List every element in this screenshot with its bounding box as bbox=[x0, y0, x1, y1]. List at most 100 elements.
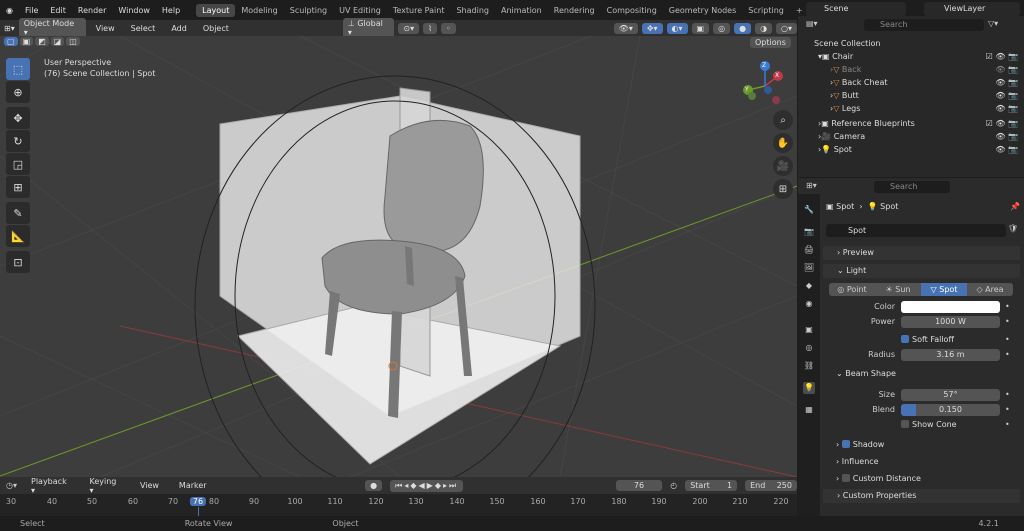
physics-tab-icon[interactable]: ◎ bbox=[803, 342, 815, 354]
end-frame-field[interactable]: End 250 bbox=[745, 480, 797, 491]
select-box-tool-icon[interactable]: ⬚ bbox=[6, 58, 30, 80]
zoom-icon[interactable]: ⌕ bbox=[773, 110, 793, 130]
visibility-icon[interactable]: 👁▾ bbox=[613, 22, 638, 34]
tab-scripting[interactable]: Scripting bbox=[742, 4, 790, 17]
light-panel-header[interactable]: ⌄ Light bbox=[823, 264, 1020, 278]
outliner-search[interactable]: Search bbox=[864, 19, 984, 31]
playback-controls[interactable]: ⏮◂◆◀▶◆▸⏭ bbox=[390, 479, 464, 492]
spot-size-field[interactable]: 57° bbox=[901, 389, 1000, 401]
outliner-row-chair[interactable]: ▾ ▣ Chair ☑ 👁 📷 bbox=[798, 50, 1024, 63]
properties-editor-icon[interactable]: ⊞▾ bbox=[806, 181, 817, 190]
visibility-eye-icon[interactable]: 👁 📷 bbox=[995, 78, 1024, 87]
current-frame-marker[interactable]: 76 bbox=[189, 497, 207, 506]
visibility-eye-icon[interactable]: ☑ 👁 📷 bbox=[986, 119, 1024, 128]
visibility-eye-icon[interactable]: 👁 📷 bbox=[995, 65, 1024, 74]
tab-compositing[interactable]: Compositing bbox=[601, 4, 663, 17]
camera-view-icon[interactable]: 🎥 bbox=[773, 156, 793, 176]
keyframe-dot-icon[interactable]: • bbox=[1005, 302, 1010, 311]
outliner-row-scene-collection[interactable]: Scene Collection bbox=[798, 37, 1024, 50]
scale-tool-icon[interactable]: ◲ bbox=[6, 153, 30, 175]
transform-orientation-dropdown[interactable]: ⊥ Global ▾ bbox=[342, 18, 395, 38]
add-cube-tool-icon[interactable]: ⊡ bbox=[6, 251, 30, 273]
custom-properties-panel-header[interactable]: › Custom Properties bbox=[823, 489, 1020, 503]
outliner-row-butt[interactable]: › ▽ Butt 👁 📷 bbox=[798, 89, 1024, 102]
select-extend-icon[interactable]: ▣ bbox=[19, 37, 34, 46]
view-layer-selector[interactable]: ViewLayer bbox=[924, 2, 1020, 16]
pin-icon[interactable]: 📌 bbox=[1010, 202, 1020, 211]
fake-user-icon[interactable]: 🛡 bbox=[1008, 224, 1018, 233]
menu-help[interactable]: Help bbox=[156, 6, 186, 15]
shadow-subpanel-header[interactable]: › Shadow bbox=[836, 440, 884, 449]
mode-dropdown[interactable]: Object Mode ▾ bbox=[18, 18, 86, 38]
object-tab-icon[interactable]: ▣ bbox=[803, 324, 815, 336]
cursor-tool-icon[interactable]: ⊕ bbox=[6, 81, 30, 103]
spot-blend-field[interactable]: 0.150 bbox=[901, 404, 1000, 416]
tab-uv-editing[interactable]: UV Editing bbox=[333, 4, 387, 17]
properties-search[interactable]: Search bbox=[874, 181, 950, 193]
outliner-row-camera[interactable]: › 🎥 Camera 👁 📷 bbox=[798, 130, 1024, 143]
tool-tab-icon[interactable]: 🔧 bbox=[803, 204, 815, 216]
menu-window[interactable]: Window bbox=[112, 6, 156, 15]
annotate-tool-icon[interactable]: ✎ bbox=[6, 202, 30, 224]
tab-animation[interactable]: Animation bbox=[495, 4, 548, 17]
menu-edit[interactable]: Edit bbox=[44, 6, 72, 15]
xray-icon[interactable]: ▣ bbox=[691, 22, 710, 34]
outliner-row-legs[interactable]: › ▽ Legs 👁 📷 bbox=[798, 102, 1024, 115]
light-type-area[interactable]: ◇ Area bbox=[967, 283, 1013, 296]
light-data-tab-icon[interactable]: 💡 bbox=[803, 382, 815, 394]
select-subtract-icon[interactable]: ◩ bbox=[35, 37, 49, 46]
color-swatch[interactable] bbox=[901, 301, 1000, 313]
view-layer-tab-icon[interactable]: 🖼 bbox=[803, 262, 815, 274]
light-datablock-field[interactable]: Spot bbox=[826, 224, 1006, 237]
preview-panel-header[interactable]: › Preview bbox=[823, 246, 1020, 260]
3d-viewport[interactable]: User Perspective (76) Scene Collection |… bbox=[0, 36, 797, 477]
outliner-row-reference-blueprints[interactable]: › ▣ Reference Blueprints ☑ 👁 📷 bbox=[798, 117, 1024, 130]
menu-file[interactable]: File bbox=[19, 6, 44, 15]
start-frame-field[interactable]: Start 1 bbox=[685, 480, 738, 491]
output-tab-icon[interactable]: 🖨 bbox=[803, 244, 815, 256]
menu-render[interactable]: Render bbox=[72, 6, 112, 15]
ortho-toggle-icon[interactable]: ⊞ bbox=[773, 179, 793, 199]
menu-select[interactable]: Select bbox=[125, 24, 162, 33]
overlay-toggle-icon[interactable]: ◐▾ bbox=[666, 22, 688, 34]
keyframe-dot-icon[interactable]: • bbox=[1005, 420, 1010, 429]
custom-distance-subpanel-header[interactable]: › Custom Distance bbox=[836, 474, 921, 483]
timeline-ruler[interactable]: 30 40 50 60 70 76 80 90 100 110 120 130 … bbox=[0, 494, 797, 516]
tab-modeling[interactable]: Modeling bbox=[235, 4, 283, 17]
keyframe-dot-icon[interactable]: • bbox=[1005, 390, 1010, 399]
light-type-point[interactable]: ◎ Point bbox=[829, 283, 875, 296]
visibility-eye-icon[interactable]: 👁 📷 bbox=[995, 104, 1024, 113]
keyframe-dot-icon[interactable]: • bbox=[1005, 405, 1010, 414]
tab-sculpting[interactable]: Sculpting bbox=[284, 4, 333, 17]
options-dropdown[interactable]: Options bbox=[750, 37, 791, 48]
world-tab-icon[interactable]: ◉ bbox=[803, 298, 815, 310]
timer-icon[interactable]: ◴ bbox=[670, 481, 677, 490]
pan-hand-icon[interactable]: ✋ bbox=[773, 133, 793, 153]
menu-playback[interactable]: Playback ▾ bbox=[25, 477, 75, 495]
pivot-icon[interactable]: ⊙▾ bbox=[398, 22, 420, 34]
soft-falloff-checkbox[interactable]: Soft Falloff bbox=[901, 335, 954, 344]
render-tab-icon[interactable]: 📷 bbox=[803, 226, 815, 238]
shading-solid-icon[interactable]: ● bbox=[734, 22, 752, 34]
visibility-eye-icon[interactable]: ☑ 👁 📷 bbox=[986, 52, 1024, 61]
select-new-icon[interactable]: ▢ bbox=[4, 37, 18, 46]
transform-tool-icon[interactable]: ⊞ bbox=[6, 176, 30, 198]
measure-tool-icon[interactable]: 📐 bbox=[6, 225, 30, 247]
scene-tab-icon[interactable]: ◆ bbox=[803, 280, 815, 292]
tab-geometry-nodes[interactable]: Geometry Nodes bbox=[663, 4, 742, 17]
filter-icon[interactable]: ▽▾ bbox=[988, 19, 998, 28]
menu-object[interactable]: Object bbox=[197, 24, 235, 33]
light-type-sun[interactable]: ☀ Sun bbox=[875, 283, 921, 296]
show-cone-checkbox[interactable]: Show Cone bbox=[901, 420, 957, 429]
current-frame-field[interactable]: 76 bbox=[615, 480, 663, 491]
blender-logo-icon[interactable]: ◉ bbox=[0, 6, 19, 15]
proportional-icon[interactable]: ◦ bbox=[441, 22, 456, 34]
visibility-eye-icon[interactable]: 👁 📷 bbox=[995, 132, 1024, 141]
snap-icon[interactable]: ⌇ bbox=[423, 22, 438, 34]
move-tool-icon[interactable]: ✥ bbox=[6, 107, 30, 129]
influence-subpanel-header[interactable]: › Influence bbox=[836, 457, 879, 466]
power-field[interactable]: 1000 W bbox=[901, 316, 1000, 328]
visibility-eye-icon[interactable]: 👁 📷 bbox=[995, 91, 1024, 100]
beam-shape-subpanel-header[interactable]: ⌄ Beam Shape bbox=[836, 369, 896, 378]
navigation-gizmo[interactable]: X Y Z bbox=[740, 60, 790, 110]
